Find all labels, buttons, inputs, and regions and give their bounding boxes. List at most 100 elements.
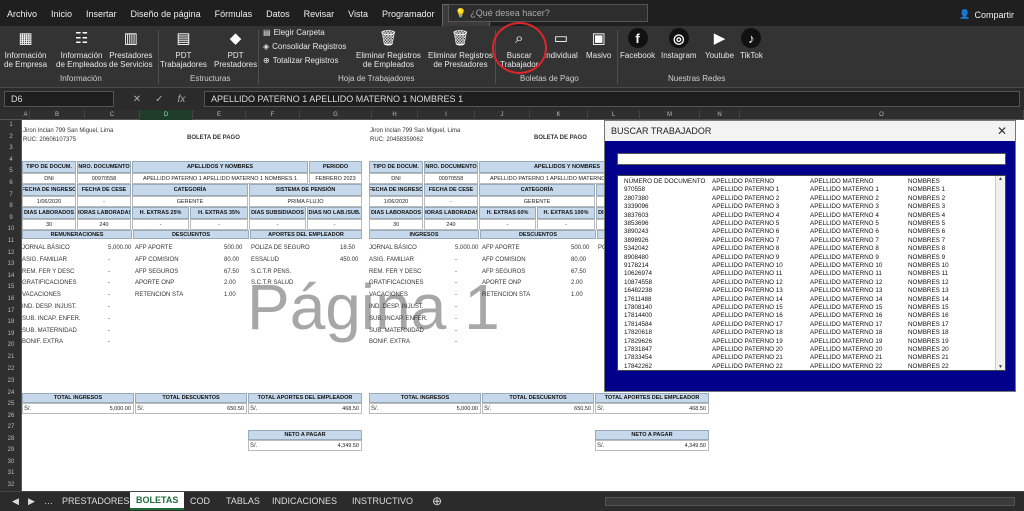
cell-dias[interactable]: 30 (22, 219, 76, 230)
list-item[interactable]: 17833454 APELLIDO PATERNO 21 APELLIDO MATE… (618, 354, 996, 362)
cell-total-ingresos[interactable]: 5,000.00 (369, 403, 481, 414)
tab-prestadores[interactable]: PRESTADORES (56, 492, 135, 510)
row-header[interactable]: 29 (0, 447, 22, 453)
column-header-a[interactable]: A (22, 110, 30, 120)
tell-me-search[interactable]: 💡 ¿Qué desea hacer? (448, 4, 648, 22)
scroll-up-icon[interactable]: ▲ (998, 176, 1003, 182)
horizontal-scrollbar[interactable] (605, 497, 1015, 506)
ribbon-button-informaci-n[interactable]: ▦ Información de Empresa (4, 28, 47, 70)
list-item[interactable]: 3837603 APELLIDO PATERNO 4 APELLIDO MATERN… (618, 212, 996, 220)
cell-neto[interactable]: 4,349.50 (595, 440, 709, 451)
ribbon-button-tiktok[interactable]: ♪ TikTok (740, 28, 763, 60)
cell-fecha-cese[interactable]: - (424, 196, 478, 207)
list-item[interactable]: 8908480 APELLIDO PATERNO 9 APELLIDO MATERN… (618, 254, 996, 262)
column-header-i[interactable]: I (418, 110, 475, 120)
ribbon-button-informaci-n[interactable]: ☷ Información de Empleados (56, 28, 107, 70)
row-header[interactable]: 2 (0, 134, 22, 140)
cell-total-aportes[interactable]: 468.50 (248, 403, 362, 414)
row-header[interactable]: 9 (0, 215, 22, 221)
add-sheet-icon[interactable]: ⊕ (426, 492, 448, 510)
scroll-down-icon[interactable]: ▼ (998, 364, 1003, 370)
ribbon-button-instagram[interactable]: ◎ Instagram (661, 28, 697, 60)
worker-list[interactable]: ▲ ▼ NÚMERO DE DOCUMENTO APELLIDO PATERNO A… (617, 175, 1006, 371)
column-header-f[interactable]: F (246, 110, 300, 120)
list-item[interactable]: 3339096 APELLIDO PATERNO 3 APELLIDO MATERN… (618, 203, 996, 211)
cell-periodo[interactable]: FEBRERO 2023 (309, 173, 362, 184)
row-header[interactable]: 19 (0, 331, 22, 337)
cell-fecha-cese[interactable]: - (77, 196, 131, 207)
row-header[interactable]: 8 (0, 203, 22, 209)
list-item[interactable]: 2807380 APELLIDO PATERNO 2 APELLIDO MATERN… (618, 195, 996, 203)
cell-total-descuentos[interactable]: 650.50 (135, 403, 247, 414)
list-item[interactable]: 17820618 APELLIDO PATERNO 18 APELLIDO MATE… (618, 329, 996, 337)
row-header[interactable]: 10 (0, 226, 22, 232)
totalizar-registros-button[interactable]: ⊕ Totalizar Registros (263, 56, 339, 65)
cell-horas[interactable]: 240 (77, 219, 131, 230)
column-header-g[interactable]: G (300, 110, 372, 120)
column-header-c[interactable]: C (85, 110, 140, 120)
menu-programador[interactable]: Programador (375, 9, 442, 26)
cell-total-aportes[interactable]: 468.50 (595, 403, 709, 414)
share-button[interactable]: 👤 Compartir (959, 9, 1014, 20)
cell-nombre[interactable]: APELLIDO PATERNO 1 APELLIDO MATERNO 1 NO… (132, 173, 308, 184)
cell-horas[interactable]: 240 (424, 219, 478, 230)
elegir-carpeta-button[interactable]: ▤ Elegir Carpeta (263, 28, 325, 37)
ribbon-button-pdt[interactable]: ▤ PDT Trabajadores (160, 28, 207, 70)
row-header[interactable]: 1 (0, 122, 22, 128)
tab-boletas[interactable]: BOLETAS (130, 492, 185, 510)
column-header-o[interactable]: O (740, 110, 1024, 120)
column-header-m[interactable]: M (640, 110, 700, 120)
menu-vista[interactable]: Vista (341, 9, 375, 26)
column-header-k[interactable]: K (530, 110, 588, 120)
row-header[interactable]: 4 (0, 157, 22, 163)
name-box[interactable]: D6 (4, 91, 114, 107)
formula-input[interactable]: APELLIDO PATERNO 1 APELLIDO MATERNO 1 NO… (204, 91, 1020, 107)
cell-fecha-ingreso[interactable]: 1/06/2020 (22, 196, 76, 207)
row-header[interactable]: 5 (0, 168, 22, 174)
menu-formulas[interactable]: Fórmulas (208, 9, 260, 26)
list-item[interactable]: 5342042 APELLIDO PATERNO 8 APELLIDO MATERN… (618, 245, 996, 253)
cell-ext35[interactable]: - (190, 219, 248, 230)
cell-total-descuentos[interactable]: 650.50 (482, 403, 594, 414)
list-item[interactable]: 17611488 APELLIDO PATERNO 14 APELLIDO MATE… (618, 296, 996, 304)
cell-categoria[interactable]: GERENTE (479, 196, 595, 207)
list-item[interactable]: 17829626 APELLIDO PATERNO 19 APELLIDO MATE… (618, 338, 996, 346)
row-header[interactable]: 14 (0, 273, 22, 279)
cell-dias[interactable]: 30 (369, 219, 423, 230)
cell-nro[interactable]: 00970558 (77, 173, 131, 184)
cell-neto[interactable]: 4,349.50 (248, 440, 362, 451)
list-item[interactable]: 17814400 APELLIDO PATERNO 16 APELLIDO MATE… (618, 312, 996, 320)
menu-datos[interactable]: Datos (259, 9, 297, 26)
row-header[interactable]: 31 (0, 470, 22, 476)
row-header[interactable]: 26 (0, 413, 22, 419)
column-header-n[interactable]: N (700, 110, 740, 120)
menu-revisar[interactable]: Revisar (297, 9, 342, 26)
menu-inicio[interactable]: Inicio (44, 9, 79, 26)
row-header[interactable]: 24 (0, 390, 22, 396)
row-header[interactable]: 6 (0, 180, 22, 186)
cell-nolab[interactable]: - (307, 219, 362, 230)
close-icon[interactable]: ✕ (997, 124, 1007, 138)
row-header[interactable]: 23 (0, 378, 22, 384)
cell-fecha-ingreso[interactable]: 1/06/2020 (369, 196, 423, 207)
column-header-h[interactable]: H (372, 110, 418, 120)
cell-categoria[interactable]: GERENTE (132, 196, 248, 207)
list-item[interactable]: 10626974 APELLIDO PATERNO 11 APELLIDO MATE… (618, 270, 996, 278)
list-scrollbar[interactable]: ▲ ▼ (995, 176, 1005, 370)
row-header[interactable]: 32 (0, 482, 22, 488)
fx-icon[interactable]: fx (178, 94, 186, 105)
cell-tipo[interactable]: DNI (369, 173, 423, 184)
tab-indicaciones[interactable]: INDICACIONES (266, 492, 343, 510)
row-header[interactable]: 16 (0, 296, 22, 302)
row-header[interactable]: 12 (0, 250, 22, 256)
row-header[interactable]: 3 (0, 145, 22, 151)
list-item[interactable]: 17808140 APELLIDO PATERNO 15 APELLIDO MATE… (618, 304, 996, 312)
cell-total-ingresos[interactable]: 5,000.00 (22, 403, 134, 414)
column-header-b[interactable]: B (30, 110, 85, 120)
row-header[interactable]: 30 (0, 459, 22, 465)
ribbon-button-youtube[interactable]: ▶ Youtube (705, 28, 734, 61)
cancel-icon[interactable]: ✕ (133, 94, 141, 105)
cell-ext60[interactable]: - (479, 219, 536, 230)
list-item[interactable]: 17842262 APELLIDO PATERNO 22 APELLIDO MATE… (618, 363, 996, 370)
list-item[interactable]: 3890243 APELLIDO PATERNO 6 APELLIDO MATERN… (618, 228, 996, 236)
